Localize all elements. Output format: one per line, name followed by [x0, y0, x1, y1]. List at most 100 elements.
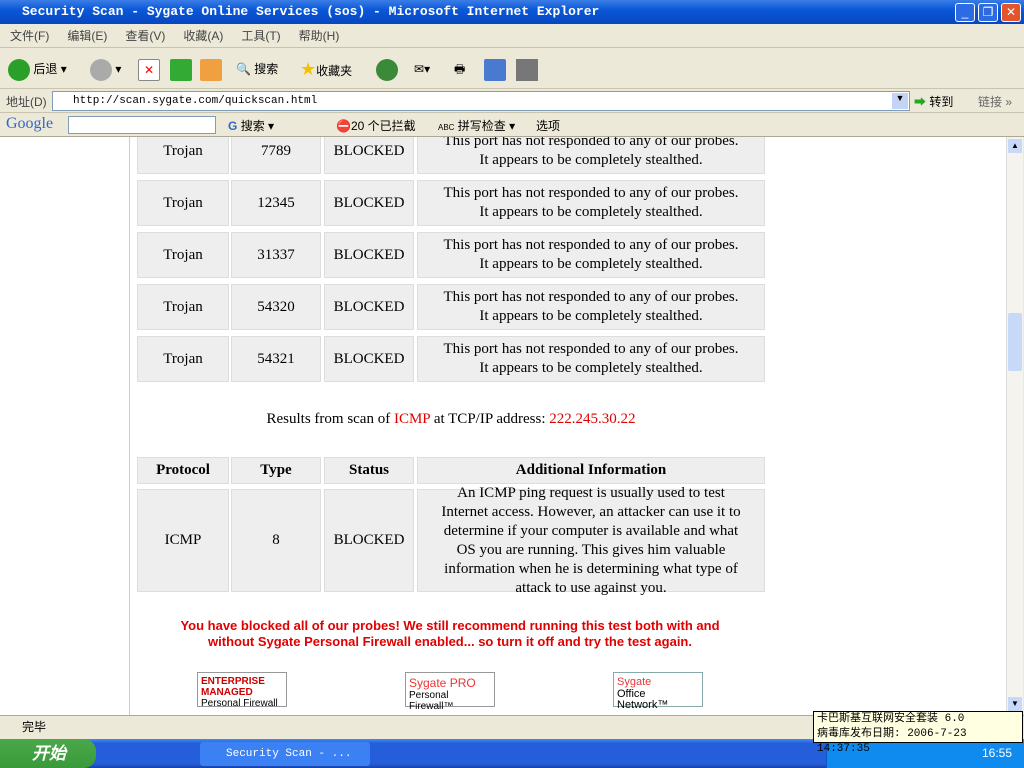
tcp-row-status: BLOCKED — [324, 180, 414, 226]
menu-favorites[interactable]: 收藏(A) — [183, 29, 223, 43]
tcp-row-type: Trojan — [137, 137, 229, 174]
google-search-label: 搜索 — [240, 119, 265, 133]
home-button[interactable] — [200, 56, 222, 82]
tcp-row-info: This port has not responded to any of ou… — [417, 232, 765, 278]
window-title: Security Scan - Sygate Online Services (… — [22, 4, 600, 19]
star-icon: ★ — [300, 59, 317, 79]
notice-text: You have blocked all of our probes! We s… — [180, 618, 720, 649]
tooltip-line2: 病毒库发布日期: 2006-7-23 14:37:35 — [817, 728, 967, 755]
google-search-button[interactable]: G 搜索 ▾ — [228, 117, 274, 134]
home-icon — [200, 58, 222, 81]
links-button[interactable]: 链接 » — [978, 93, 1012, 110]
results-line: Results from scan of ICMP at TCP/IP addr… — [137, 411, 765, 428]
menu-help[interactable]: 帮助(H) — [299, 29, 340, 43]
task-label: Security Scan - ... — [226, 748, 352, 760]
edit-icon — [484, 58, 506, 81]
icmp-protocol: ICMP — [137, 489, 229, 592]
header-status: Status — [324, 457, 414, 484]
tcp-row-status: BLOCKED — [324, 137, 414, 174]
blocked-label: 20 个已拦截 — [350, 119, 416, 133]
mail-button[interactable]: ✉▾ — [414, 56, 430, 82]
menu-bar: 文件(F) 编辑(E) 查看(V) 收藏(A) 工具(T) 帮助(H) — [0, 24, 1024, 48]
scroll-up-button[interactable]: ▲ — [1008, 139, 1022, 153]
links-label: 链接 — [978, 95, 1003, 109]
print-button[interactable]: 🖶 — [454, 56, 465, 82]
tooltip-line1: 卡巴斯基互联网安全套装 6.0 — [817, 713, 965, 725]
sygate-office-network-logo[interactable]: Sygate Office Network™ — [613, 672, 703, 711]
spellcheck-button[interactable]: ABC 拼写检查 ▾ — [438, 117, 515, 134]
search-label: 搜索 — [254, 62, 279, 76]
spellcheck-label: 拼写检查 — [457, 119, 506, 133]
print-icon: 🖶 — [454, 62, 466, 76]
tcp-row-status: BLOCKED — [324, 232, 414, 278]
tcp-row-port: 12345 — [231, 180, 321, 226]
options-label: 选项 — [536, 119, 561, 133]
address-input[interactable]: http://scan.sygate.com/quickscan.html — [52, 91, 910, 111]
tcp-row-info: This port has not responded to any of ou… — [417, 137, 765, 174]
logo3-line2: Office Network™ — [617, 688, 669, 711]
tcp-row-type: Trojan — [137, 284, 229, 330]
tcp-row-port: 31337 — [231, 232, 321, 278]
history-button[interactable] — [376, 56, 398, 82]
back-label: 后退 — [33, 62, 58, 76]
blocker-icon: ⛔ — [336, 119, 351, 133]
search-icon: 🔍 — [236, 62, 251, 76]
tcp-row-status: BLOCKED — [324, 284, 414, 330]
start-button[interactable]: 开始 — [0, 739, 96, 768]
logo1-line2: MANAGED — [201, 687, 253, 698]
address-bar: 地址(D) http://scan.sygate.com/quickscan.h… — [0, 89, 1024, 113]
refresh-button[interactable] — [170, 56, 192, 82]
go-button[interactable]: ➡ 转到 — [914, 93, 953, 110]
favorites-label: 收藏夹 — [316, 64, 353, 78]
scroll-thumb[interactable] — [1008, 313, 1022, 371]
header-protocol: Protocol — [137, 457, 229, 484]
icmp-type: 8 — [231, 489, 321, 592]
google-toolbar: Google G 搜索 ▾ ⛔20 个已拦截 ABC 拼写检查 ▾ 选项 — [0, 113, 1024, 137]
search-button[interactable]: 🔍 搜索 — [236, 56, 278, 82]
results-middle: at TCP/IP address: — [430, 411, 550, 427]
results-ip: 222.245.30.22 — [549, 411, 636, 427]
results-prefix: Results from scan of — [266, 411, 394, 427]
menu-edit[interactable]: 编辑(E) — [67, 29, 107, 43]
address-dropdown[interactable]: ▼ — [892, 93, 908, 109]
sygate-pro-logo[interactable]: Sygate PRO Personal Firewall™ — [405, 672, 495, 712]
edit-button[interactable] — [484, 56, 506, 82]
favorites-button[interactable]: ★收藏夹 — [300, 56, 352, 82]
forward-button[interactable]: ▾ — [90, 56, 121, 82]
logo2-line2: Personal Firewall™ — [409, 690, 454, 712]
google-logo[interactable]: Google — [6, 115, 53, 133]
tcp-row-status: BLOCKED — [324, 336, 414, 382]
go-label: 转到 — [929, 95, 954, 109]
menu-tools[interactable]: 工具(T) — [241, 29, 280, 43]
menu-view[interactable]: 查看(V) — [125, 29, 165, 43]
logo1-line1: ENTERPRISE — [201, 676, 265, 687]
status-text: 完毕 — [22, 720, 47, 734]
spellcheck-icon: ABC — [438, 123, 455, 132]
history-icon — [376, 58, 398, 81]
stop-button[interactable]: ✕ — [138, 56, 160, 82]
header-info: Additional Information — [417, 457, 765, 484]
tcp-row-type: Trojan — [137, 232, 229, 278]
scroll-down-button[interactable]: ▼ — [1008, 697, 1022, 711]
vertical-scrollbar[interactable]: ▲ ▼ — [1006, 137, 1023, 715]
taskbar-item-ie[interactable]: Security Scan - ... — [200, 742, 370, 766]
tcp-row-port: 54321 — [231, 336, 321, 382]
tcp-row-port: 54320 — [231, 284, 321, 330]
minimize-button[interactable]: _ — [955, 3, 975, 22]
maximize-button[interactable]: ❐ — [978, 3, 998, 22]
stop-icon: ✕ — [138, 58, 160, 81]
google-search-input[interactable] — [68, 116, 216, 134]
enterprise-firewall-logo[interactable]: ENTERPRISE MANAGED Personal Firewall — [197, 672, 287, 709]
logo1-line3: Personal Firewall — [201, 698, 278, 709]
go-icon: ➡ — [914, 95, 927, 109]
results-protocol: ICMP — [393, 411, 431, 427]
kaspersky-button[interactable] — [516, 56, 538, 82]
menu-file[interactable]: 文件(F) — [10, 29, 49, 43]
back-button[interactable]: 后退 ▾ — [8, 56, 67, 82]
icmp-status: BLOCKED — [324, 489, 414, 592]
toolbar: 后退 ▾ ▾ ✕ 🔍 搜索 ★收藏夹 ✉▾ 🖶 — [0, 49, 1024, 89]
options-button[interactable]: 选项 — [536, 117, 560, 134]
logo2-line1: Sygate PRO — [409, 676, 476, 690]
close-button[interactable]: ✕ — [1001, 3, 1021, 22]
popup-blocker-button[interactable]: ⛔20 个已拦截 — [336, 117, 416, 134]
